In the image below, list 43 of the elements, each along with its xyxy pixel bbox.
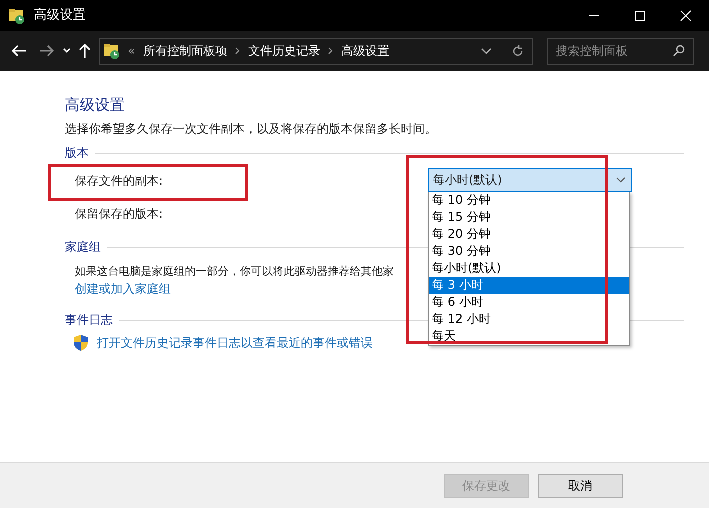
- dropdown-option[interactable]: 每 15 分钟: [429, 209, 629, 226]
- dropdown-option[interactable]: 每 3 小时: [429, 277, 629, 294]
- search-field[interactable]: 搜索控制面板: [556, 42, 666, 60]
- cancel-button[interactable]: 取消: [538, 474, 623, 498]
- dropdown-option[interactable]: 每 10 分钟: [429, 192, 629, 209]
- window-title: 高级设置: [34, 6, 86, 25]
- address-bar[interactable]: « 所有控制面板项 文件历史记录 高级设置: [99, 38, 533, 64]
- control-panel-icon: [103, 42, 121, 60]
- overflow-chevron[interactable]: «: [128, 42, 136, 60]
- homegroup-text: 如果这台电脑是家庭组的一部分，你可以将此驱动器推荐给其他家: [75, 264, 394, 280]
- dropdown-option[interactable]: 每 6 小时: [429, 294, 629, 311]
- search-icon: [673, 45, 685, 57]
- page-title: 高级设置: [65, 95, 126, 115]
- dropdown-option[interactable]: 每 20 分钟: [429, 226, 629, 243]
- section-heading: 版本: [65, 145, 89, 161]
- section-heading: 事件日志: [65, 312, 113, 328]
- search-box[interactable]: 搜索控制面板: [547, 38, 694, 64]
- refresh-icon[interactable]: [512, 44, 524, 58]
- dropdown-icon[interactable]: [481, 48, 492, 54]
- separator-icon: [328, 47, 334, 55]
- breadcrumb[interactable]: 所有控制面板项: [143, 42, 228, 60]
- description-text: 选择你希望多久保存一次文件副本，以及将保存的版本保留多长时间。: [65, 121, 438, 137]
- chevron-down-icon[interactable]: [62, 47, 72, 55]
- field-label: 保留保存的版本:: [75, 206, 164, 222]
- field-label: 保存文件的副本:: [75, 173, 164, 189]
- caret-icon[interactable]: [616, 177, 626, 183]
- dropdown[interactable]: 每小时(默认): [428, 168, 632, 192]
- close-icon[interactable]: [680, 10, 692, 22]
- control-panel-icon: [8, 6, 26, 24]
- maximize-icon[interactable]: [634, 10, 646, 22]
- breadcrumb[interactable]: 高级设置: [341, 42, 390, 60]
- dropdown-option[interactable]: 每 12 小时: [429, 311, 629, 328]
- dropdown-option[interactable]: 每 30 分钟: [429, 243, 629, 260]
- dropdown-option[interactable]: 每天: [429, 328, 629, 345]
- separator-icon: [235, 47, 240, 55]
- homegroup-link[interactable]: 创建或加入家庭组: [75, 281, 171, 297]
- breadcrumb[interactable]: 文件历史记录: [248, 42, 320, 60]
- section-heading: 家庭组: [65, 239, 101, 255]
- shield-icon: [73, 334, 89, 352]
- event-log-link[interactable]: 打开文件历史记录事件日志以查看最近的事件或错误: [97, 335, 373, 351]
- back-arrow-icon[interactable]: [11, 44, 27, 58]
- dropdown-option[interactable]: 每小时(默认): [429, 260, 629, 277]
- forward-arrow-icon[interactable]: [39, 44, 55, 58]
